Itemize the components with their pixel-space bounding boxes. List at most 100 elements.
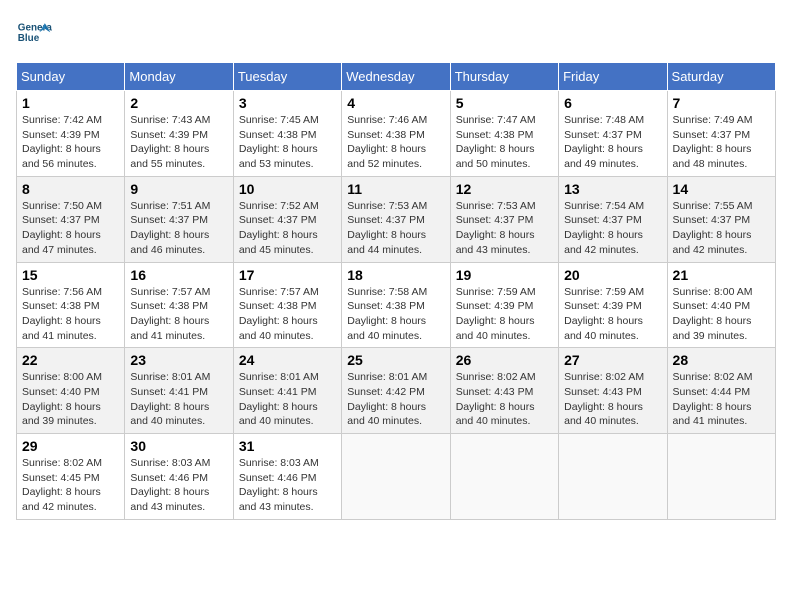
cell-info: Sunrise: 7:51 AMSunset: 4:37 PMDaylight:… <box>130 200 210 256</box>
calendar-cell: 14 Sunrise: 7:55 AMSunset: 4:37 PMDaylig… <box>667 176 775 262</box>
day-number: 12 <box>456 181 553 197</box>
cell-info: Sunrise: 7:53 AMSunset: 4:37 PMDaylight:… <box>347 200 427 256</box>
calendar-cell <box>450 434 558 520</box>
weekday-header-thursday: Thursday <box>450 63 558 91</box>
day-number: 29 <box>22 438 119 454</box>
calendar-cell <box>342 434 450 520</box>
calendar-cell: 1 Sunrise: 7:42 AMSunset: 4:39 PMDayligh… <box>17 91 125 177</box>
calendar-cell: 8 Sunrise: 7:50 AMSunset: 4:37 PMDayligh… <box>17 176 125 262</box>
cell-info: Sunrise: 7:53 AMSunset: 4:37 PMDaylight:… <box>456 200 536 256</box>
weekday-header-friday: Friday <box>559 63 667 91</box>
calendar-week-row: 29 Sunrise: 8:02 AMSunset: 4:45 PMDaylig… <box>17 434 776 520</box>
calendar-cell: 23 Sunrise: 8:01 AMSunset: 4:41 PMDaylig… <box>125 348 233 434</box>
cell-info: Sunrise: 7:49 AMSunset: 4:37 PMDaylight:… <box>673 114 753 170</box>
calendar-cell: 31 Sunrise: 8:03 AMSunset: 4:46 PMDaylig… <box>233 434 341 520</box>
day-number: 15 <box>22 267 119 283</box>
weekday-header-monday: Monday <box>125 63 233 91</box>
day-number: 2 <box>130 95 227 111</box>
cell-info: Sunrise: 7:50 AMSunset: 4:37 PMDaylight:… <box>22 200 102 256</box>
calendar-cell: 24 Sunrise: 8:01 AMSunset: 4:41 PMDaylig… <box>233 348 341 434</box>
cell-info: Sunrise: 7:47 AMSunset: 4:38 PMDaylight:… <box>456 114 536 170</box>
cell-info: Sunrise: 7:48 AMSunset: 4:37 PMDaylight:… <box>564 114 644 170</box>
cell-info: Sunrise: 7:58 AMSunset: 4:38 PMDaylight:… <box>347 286 427 342</box>
calendar-cell: 21 Sunrise: 8:00 AMSunset: 4:40 PMDaylig… <box>667 262 775 348</box>
day-number: 7 <box>673 95 770 111</box>
weekday-header-sunday: Sunday <box>17 63 125 91</box>
calendar-cell <box>559 434 667 520</box>
cell-info: Sunrise: 8:03 AMSunset: 4:46 PMDaylight:… <box>239 457 319 513</box>
day-number: 14 <box>673 181 770 197</box>
calendar-cell: 5 Sunrise: 7:47 AMSunset: 4:38 PMDayligh… <box>450 91 558 177</box>
calendar-week-row: 1 Sunrise: 7:42 AMSunset: 4:39 PMDayligh… <box>17 91 776 177</box>
calendar-cell: 13 Sunrise: 7:54 AMSunset: 4:37 PMDaylig… <box>559 176 667 262</box>
cell-info: Sunrise: 8:02 AMSunset: 4:44 PMDaylight:… <box>673 371 753 427</box>
calendar-cell: 25 Sunrise: 8:01 AMSunset: 4:42 PMDaylig… <box>342 348 450 434</box>
calendar-cell: 12 Sunrise: 7:53 AMSunset: 4:37 PMDaylig… <box>450 176 558 262</box>
calendar-cell: 15 Sunrise: 7:56 AMSunset: 4:38 PMDaylig… <box>17 262 125 348</box>
day-number: 23 <box>130 352 227 368</box>
header: General Blue <box>16 16 776 52</box>
calendar-cell: 17 Sunrise: 7:57 AMSunset: 4:38 PMDaylig… <box>233 262 341 348</box>
logo: General Blue <box>16 16 52 52</box>
day-number: 5 <box>456 95 553 111</box>
day-number: 25 <box>347 352 444 368</box>
cell-info: Sunrise: 7:55 AMSunset: 4:37 PMDaylight:… <box>673 200 753 256</box>
calendar-cell: 7 Sunrise: 7:49 AMSunset: 4:37 PMDayligh… <box>667 91 775 177</box>
calendar-cell: 27 Sunrise: 8:02 AMSunset: 4:43 PMDaylig… <box>559 348 667 434</box>
calendar: SundayMondayTuesdayWednesdayThursdayFrid… <box>16 62 776 520</box>
cell-info: Sunrise: 7:56 AMSunset: 4:38 PMDaylight:… <box>22 286 102 342</box>
calendar-cell: 4 Sunrise: 7:46 AMSunset: 4:38 PMDayligh… <box>342 91 450 177</box>
svg-text:Blue: Blue <box>18 33 40 44</box>
day-number: 22 <box>22 352 119 368</box>
day-number: 3 <box>239 95 336 111</box>
day-number: 31 <box>239 438 336 454</box>
day-number: 1 <box>22 95 119 111</box>
cell-info: Sunrise: 7:54 AMSunset: 4:37 PMDaylight:… <box>564 200 644 256</box>
weekday-header-row: SundayMondayTuesdayWednesdayThursdayFrid… <box>17 63 776 91</box>
day-number: 9 <box>130 181 227 197</box>
day-number: 18 <box>347 267 444 283</box>
calendar-cell: 3 Sunrise: 7:45 AMSunset: 4:38 PMDayligh… <box>233 91 341 177</box>
calendar-cell: 2 Sunrise: 7:43 AMSunset: 4:39 PMDayligh… <box>125 91 233 177</box>
cell-info: Sunrise: 8:00 AMSunset: 4:40 PMDaylight:… <box>22 371 102 427</box>
day-number: 21 <box>673 267 770 283</box>
day-number: 13 <box>564 181 661 197</box>
cell-info: Sunrise: 7:46 AMSunset: 4:38 PMDaylight:… <box>347 114 427 170</box>
calendar-cell: 10 Sunrise: 7:52 AMSunset: 4:37 PMDaylig… <box>233 176 341 262</box>
weekday-header-tuesday: Tuesday <box>233 63 341 91</box>
calendar-cell: 18 Sunrise: 7:58 AMSunset: 4:38 PMDaylig… <box>342 262 450 348</box>
day-number: 19 <box>456 267 553 283</box>
cell-info: Sunrise: 8:01 AMSunset: 4:41 PMDaylight:… <box>130 371 210 427</box>
calendar-cell <box>667 434 775 520</box>
day-number: 20 <box>564 267 661 283</box>
calendar-week-row: 22 Sunrise: 8:00 AMSunset: 4:40 PMDaylig… <box>17 348 776 434</box>
calendar-cell: 9 Sunrise: 7:51 AMSunset: 4:37 PMDayligh… <box>125 176 233 262</box>
cell-info: Sunrise: 8:02 AMSunset: 4:45 PMDaylight:… <box>22 457 102 513</box>
day-number: 10 <box>239 181 336 197</box>
day-number: 11 <box>347 181 444 197</box>
calendar-week-row: 15 Sunrise: 7:56 AMSunset: 4:38 PMDaylig… <box>17 262 776 348</box>
day-number: 30 <box>130 438 227 454</box>
cell-info: Sunrise: 7:45 AMSunset: 4:38 PMDaylight:… <box>239 114 319 170</box>
calendar-cell: 20 Sunrise: 7:59 AMSunset: 4:39 PMDaylig… <box>559 262 667 348</box>
cell-info: Sunrise: 7:57 AMSunset: 4:38 PMDaylight:… <box>239 286 319 342</box>
calendar-cell: 19 Sunrise: 7:59 AMSunset: 4:39 PMDaylig… <box>450 262 558 348</box>
cell-info: Sunrise: 8:01 AMSunset: 4:42 PMDaylight:… <box>347 371 427 427</box>
cell-info: Sunrise: 7:57 AMSunset: 4:38 PMDaylight:… <box>130 286 210 342</box>
calendar-cell: 28 Sunrise: 8:02 AMSunset: 4:44 PMDaylig… <box>667 348 775 434</box>
calendar-cell: 16 Sunrise: 7:57 AMSunset: 4:38 PMDaylig… <box>125 262 233 348</box>
day-number: 26 <box>456 352 553 368</box>
cell-info: Sunrise: 8:02 AMSunset: 4:43 PMDaylight:… <box>456 371 536 427</box>
day-number: 24 <box>239 352 336 368</box>
calendar-cell: 6 Sunrise: 7:48 AMSunset: 4:37 PMDayligh… <box>559 91 667 177</box>
day-number: 27 <box>564 352 661 368</box>
calendar-cell: 26 Sunrise: 8:02 AMSunset: 4:43 PMDaylig… <box>450 348 558 434</box>
day-number: 4 <box>347 95 444 111</box>
calendar-cell: 22 Sunrise: 8:00 AMSunset: 4:40 PMDaylig… <box>17 348 125 434</box>
cell-info: Sunrise: 7:43 AMSunset: 4:39 PMDaylight:… <box>130 114 210 170</box>
calendar-cell: 11 Sunrise: 7:53 AMSunset: 4:37 PMDaylig… <box>342 176 450 262</box>
calendar-cell: 29 Sunrise: 8:02 AMSunset: 4:45 PMDaylig… <box>17 434 125 520</box>
cell-info: Sunrise: 8:00 AMSunset: 4:40 PMDaylight:… <box>673 286 753 342</box>
weekday-header-wednesday: Wednesday <box>342 63 450 91</box>
cell-info: Sunrise: 7:59 AMSunset: 4:39 PMDaylight:… <box>564 286 644 342</box>
